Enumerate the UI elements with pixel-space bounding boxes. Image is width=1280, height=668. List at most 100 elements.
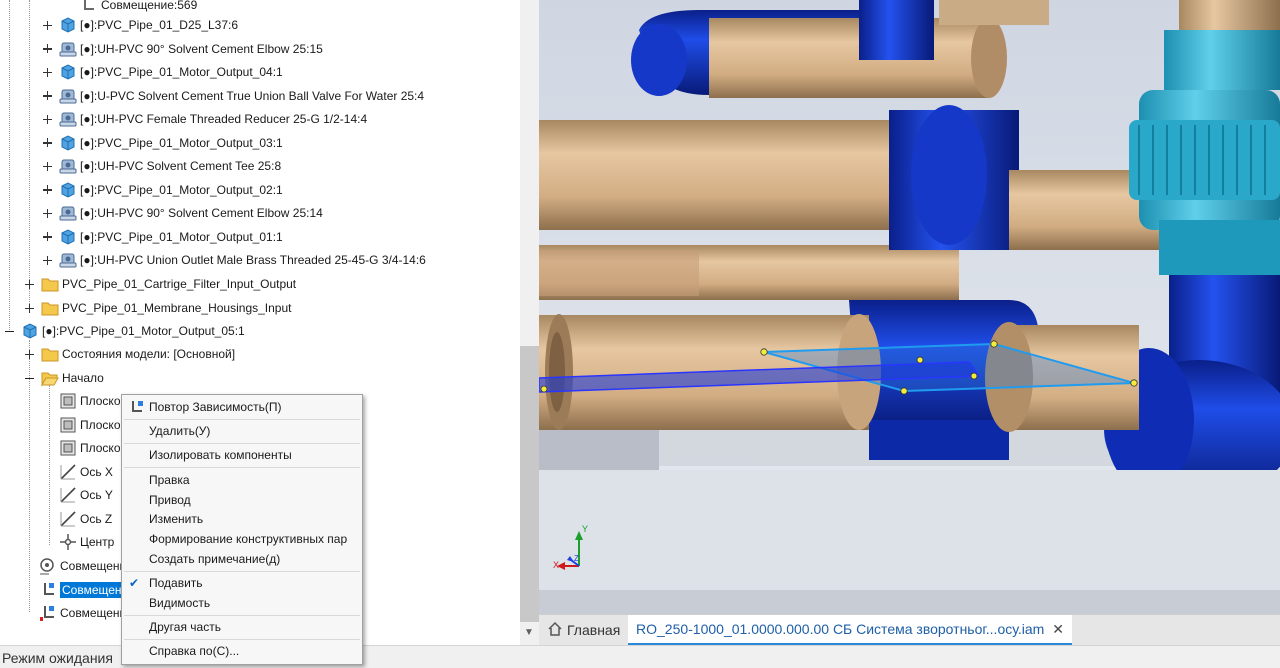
expand-icon[interactable] — [24, 303, 35, 314]
content-center-part-icon — [59, 40, 77, 58]
tree-guide — [29, 0, 30, 310]
expand-icon[interactable] — [42, 208, 53, 219]
menu-separator — [124, 571, 360, 572]
tree-origin-item[interactable]: Ось Y — [59, 484, 113, 506]
tree-item-label: [●]:U-PVC Solvent Cement True Union Ball… — [80, 88, 425, 103]
menu-item-delete[interactable]: Удалить(У) — [149, 424, 210, 438]
folder-icon — [41, 299, 59, 317]
tree-item-label: PVC_Pipe_01_Cartrige_Filter_Input_Output — [62, 277, 297, 291]
content-center-part-icon — [59, 157, 77, 175]
tree-item-label: [●]:PVC_Pipe_01_Motor_Output_05:1 — [42, 324, 245, 338]
part-icon — [59, 16, 77, 34]
menu-separator — [124, 615, 360, 616]
tab-home-label: Главная — [567, 622, 621, 638]
constraint-icon — [80, 0, 98, 14]
part-icon — [59, 181, 77, 199]
folder-icon — [41, 275, 59, 293]
tree-item-label: [●]:UH-PVC Union Outlet Male Brass Threa… — [80, 253, 426, 267]
part-icon — [59, 228, 77, 246]
expand-icon[interactable] — [42, 20, 53, 31]
menu-item-other-part[interactable]: Другая часть — [149, 620, 221, 634]
axis-icon — [59, 463, 77, 481]
tree-component-row[interactable]: [●]:UH-PVC Union Outlet Male Brass Threa… — [42, 249, 426, 271]
tree-component-row[interactable]: [●]:PVC_Pipe_01_Motor_Output_02:1 — [42, 179, 283, 201]
menu-item-edit[interactable]: Правка — [149, 473, 190, 487]
tree-item-label: Ось X — [80, 464, 113, 479]
expand-icon[interactable] — [42, 137, 53, 148]
expand-icon[interactable] — [42, 184, 53, 195]
view-triad: Y X Z — [549, 522, 599, 572]
tree-component-row[interactable]: [●]:UH-PVC 90° Solvent Cement Elbow 25:1… — [42, 38, 323, 60]
close-icon[interactable]: ✕ — [1052, 621, 1064, 638]
tree-item-label: Состояния модели: [Основной] — [62, 347, 236, 361]
expand-icon[interactable] — [42, 67, 53, 78]
menu-item-help[interactable]: Справка по(С)... — [149, 644, 239, 658]
menu-item-suppress[interactable]: Подавить — [149, 576, 203, 590]
tree-origin-item[interactable]: Ось Z — [59, 508, 112, 530]
tab-document[interactable]: RO_250-1000_01.0000.000.00 СБ Система зв… — [628, 615, 1073, 646]
tree-model-states[interactable]: Состояния модели: [Основной] — [24, 343, 235, 365]
content-center-part-icon — [59, 204, 77, 222]
tree-item-label: [●]:UH-PVC Female Threaded Reducer 25-G … — [80, 112, 368, 126]
part-icon — [59, 63, 77, 81]
tree-item-label: PVC_Pipe_01_Membrane_Housings_Input — [62, 301, 292, 315]
expand-icon[interactable] — [42, 161, 53, 172]
tree-constraint[interactable]: Совмещение — [39, 555, 133, 577]
axis-icon — [59, 510, 77, 528]
expand-icon[interactable] — [42, 43, 53, 54]
tree-scrollbar[interactable]: ▼ — [520, 0, 539, 645]
content-center-part-icon — [59, 251, 77, 269]
menu-item-modify[interactable]: Изменить — [149, 512, 203, 526]
expand-icon[interactable] — [24, 349, 35, 360]
document-tab-bar: Главная RO_250-1000_01.0000.000.00 СБ Си… — [539, 614, 1280, 646]
menu-item-visibility[interactable]: Видимость — [149, 596, 210, 610]
scroll-down-icon[interactable]: ▼ — [524, 627, 534, 638]
3d-viewport[interactable]: Y X Z — [539, 0, 1280, 614]
menu-item-drive[interactable]: Привод — [149, 493, 191, 507]
part-icon — [21, 322, 39, 340]
axis-icon — [59, 486, 77, 504]
tree-component-row[interactable]: [●]:PVC_Pipe_01_Motor_Output_03:1 — [42, 132, 283, 154]
expand-icon[interactable] — [42, 255, 53, 266]
menu-separator — [124, 419, 360, 420]
expand-icon[interactable] — [42, 231, 53, 242]
tree-item-label: [●]:UH-PVC 90° Solvent Cement Elbow 25:1… — [80, 41, 323, 56]
tree-component-row[interactable]: [●]:PVC_Pipe_01_D25_L37:6 — [42, 14, 238, 36]
tree-component-row[interactable]: [●]:U-PVC Solvent Cement True Union Ball… — [42, 85, 424, 107]
tree-origin[interactable]: Начало — [24, 367, 104, 389]
expand-icon[interactable] — [42, 90, 53, 101]
tree-component-row[interactable]: [●]:PVC_Pipe_01_Motor_Output_01:1 — [42, 226, 283, 248]
collapse-icon[interactable] — [24, 373, 35, 384]
collapse-icon[interactable] — [4, 326, 15, 337]
open-folder-icon — [41, 369, 59, 387]
tree-folder-cartrige-filter[interactable]: PVC_Pipe_01_Cartrige_Filter_Input_Output — [24, 273, 296, 295]
tree-root-part[interactable]: [●]:PVC_Pipe_01_Motor_Output_05:1 — [4, 320, 245, 342]
tree-item-label: [●]:PVC_Pipe_01_D25_L37:6 — [80, 18, 239, 32]
part-icon — [59, 134, 77, 152]
checkmark-icon: ✔ — [129, 576, 140, 590]
3d-model-render — [539, 0, 1280, 614]
menu-separator — [124, 639, 360, 640]
tree-component-row[interactable]: [●]:PVC_Pipe_01_Motor_Output_04:1 — [42, 61, 283, 83]
tree-origin-item[interactable]: Ось X — [59, 461, 113, 483]
menu-item-form-joint-pairs[interactable]: Формирование конструктивных пар — [149, 532, 347, 546]
tab-home[interactable]: Главная — [539, 615, 628, 645]
expand-icon[interactable] — [42, 114, 53, 125]
plane-icon — [59, 416, 77, 434]
scrollbar-thumb[interactable] — [520, 346, 539, 622]
point-icon — [59, 533, 77, 551]
tree-folder-membrane-housings[interactable]: PVC_Pipe_01_Membrane_Housings_Input — [24, 297, 291, 319]
content-center-part-icon — [59, 110, 77, 128]
tree-component-row[interactable]: [●]:UH-PVC Solvent Cement Tee 25:8 — [42, 155, 281, 177]
tree-component-row[interactable]: [●]:UH-PVC 90° Solvent Cement Elbow 25:1… — [42, 202, 323, 224]
menu-item-create-note[interactable]: Создать примечание(д) — [149, 552, 280, 566]
tree-item-label: Ось Z — [80, 511, 113, 526]
menu-item-isolate-components[interactable]: Изолировать компоненты — [149, 448, 292, 462]
tree-constraint[interactable]: Совмещение — [39, 602, 133, 624]
menu-item-repeat-constraint[interactable]: Повтор Зависимость(П) — [149, 400, 281, 414]
tree-origin-item[interactable]: Центр — [59, 531, 114, 553]
tab-document-label: RO_250-1000_01.0000.000.00 СБ Система зв… — [636, 621, 1045, 637]
expand-icon[interactable] — [24, 279, 35, 290]
tree-item-label: [●]:UH-PVC 90° Solvent Cement Elbow 25:1… — [80, 206, 323, 220]
tree-component-row[interactable]: [●]:UH-PVC Female Threaded Reducer 25-G … — [42, 108, 367, 130]
